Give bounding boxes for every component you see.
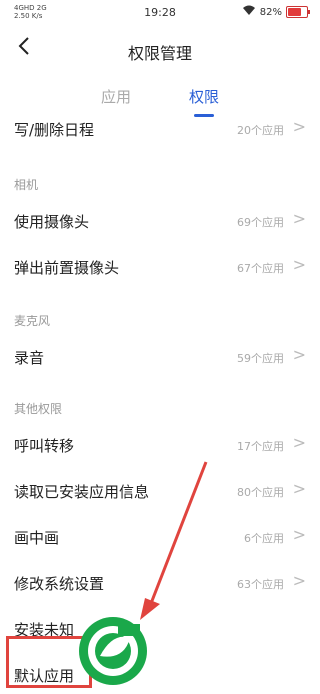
watermark-logo	[79, 617, 147, 685]
annotation-arrow	[140, 461, 208, 620]
